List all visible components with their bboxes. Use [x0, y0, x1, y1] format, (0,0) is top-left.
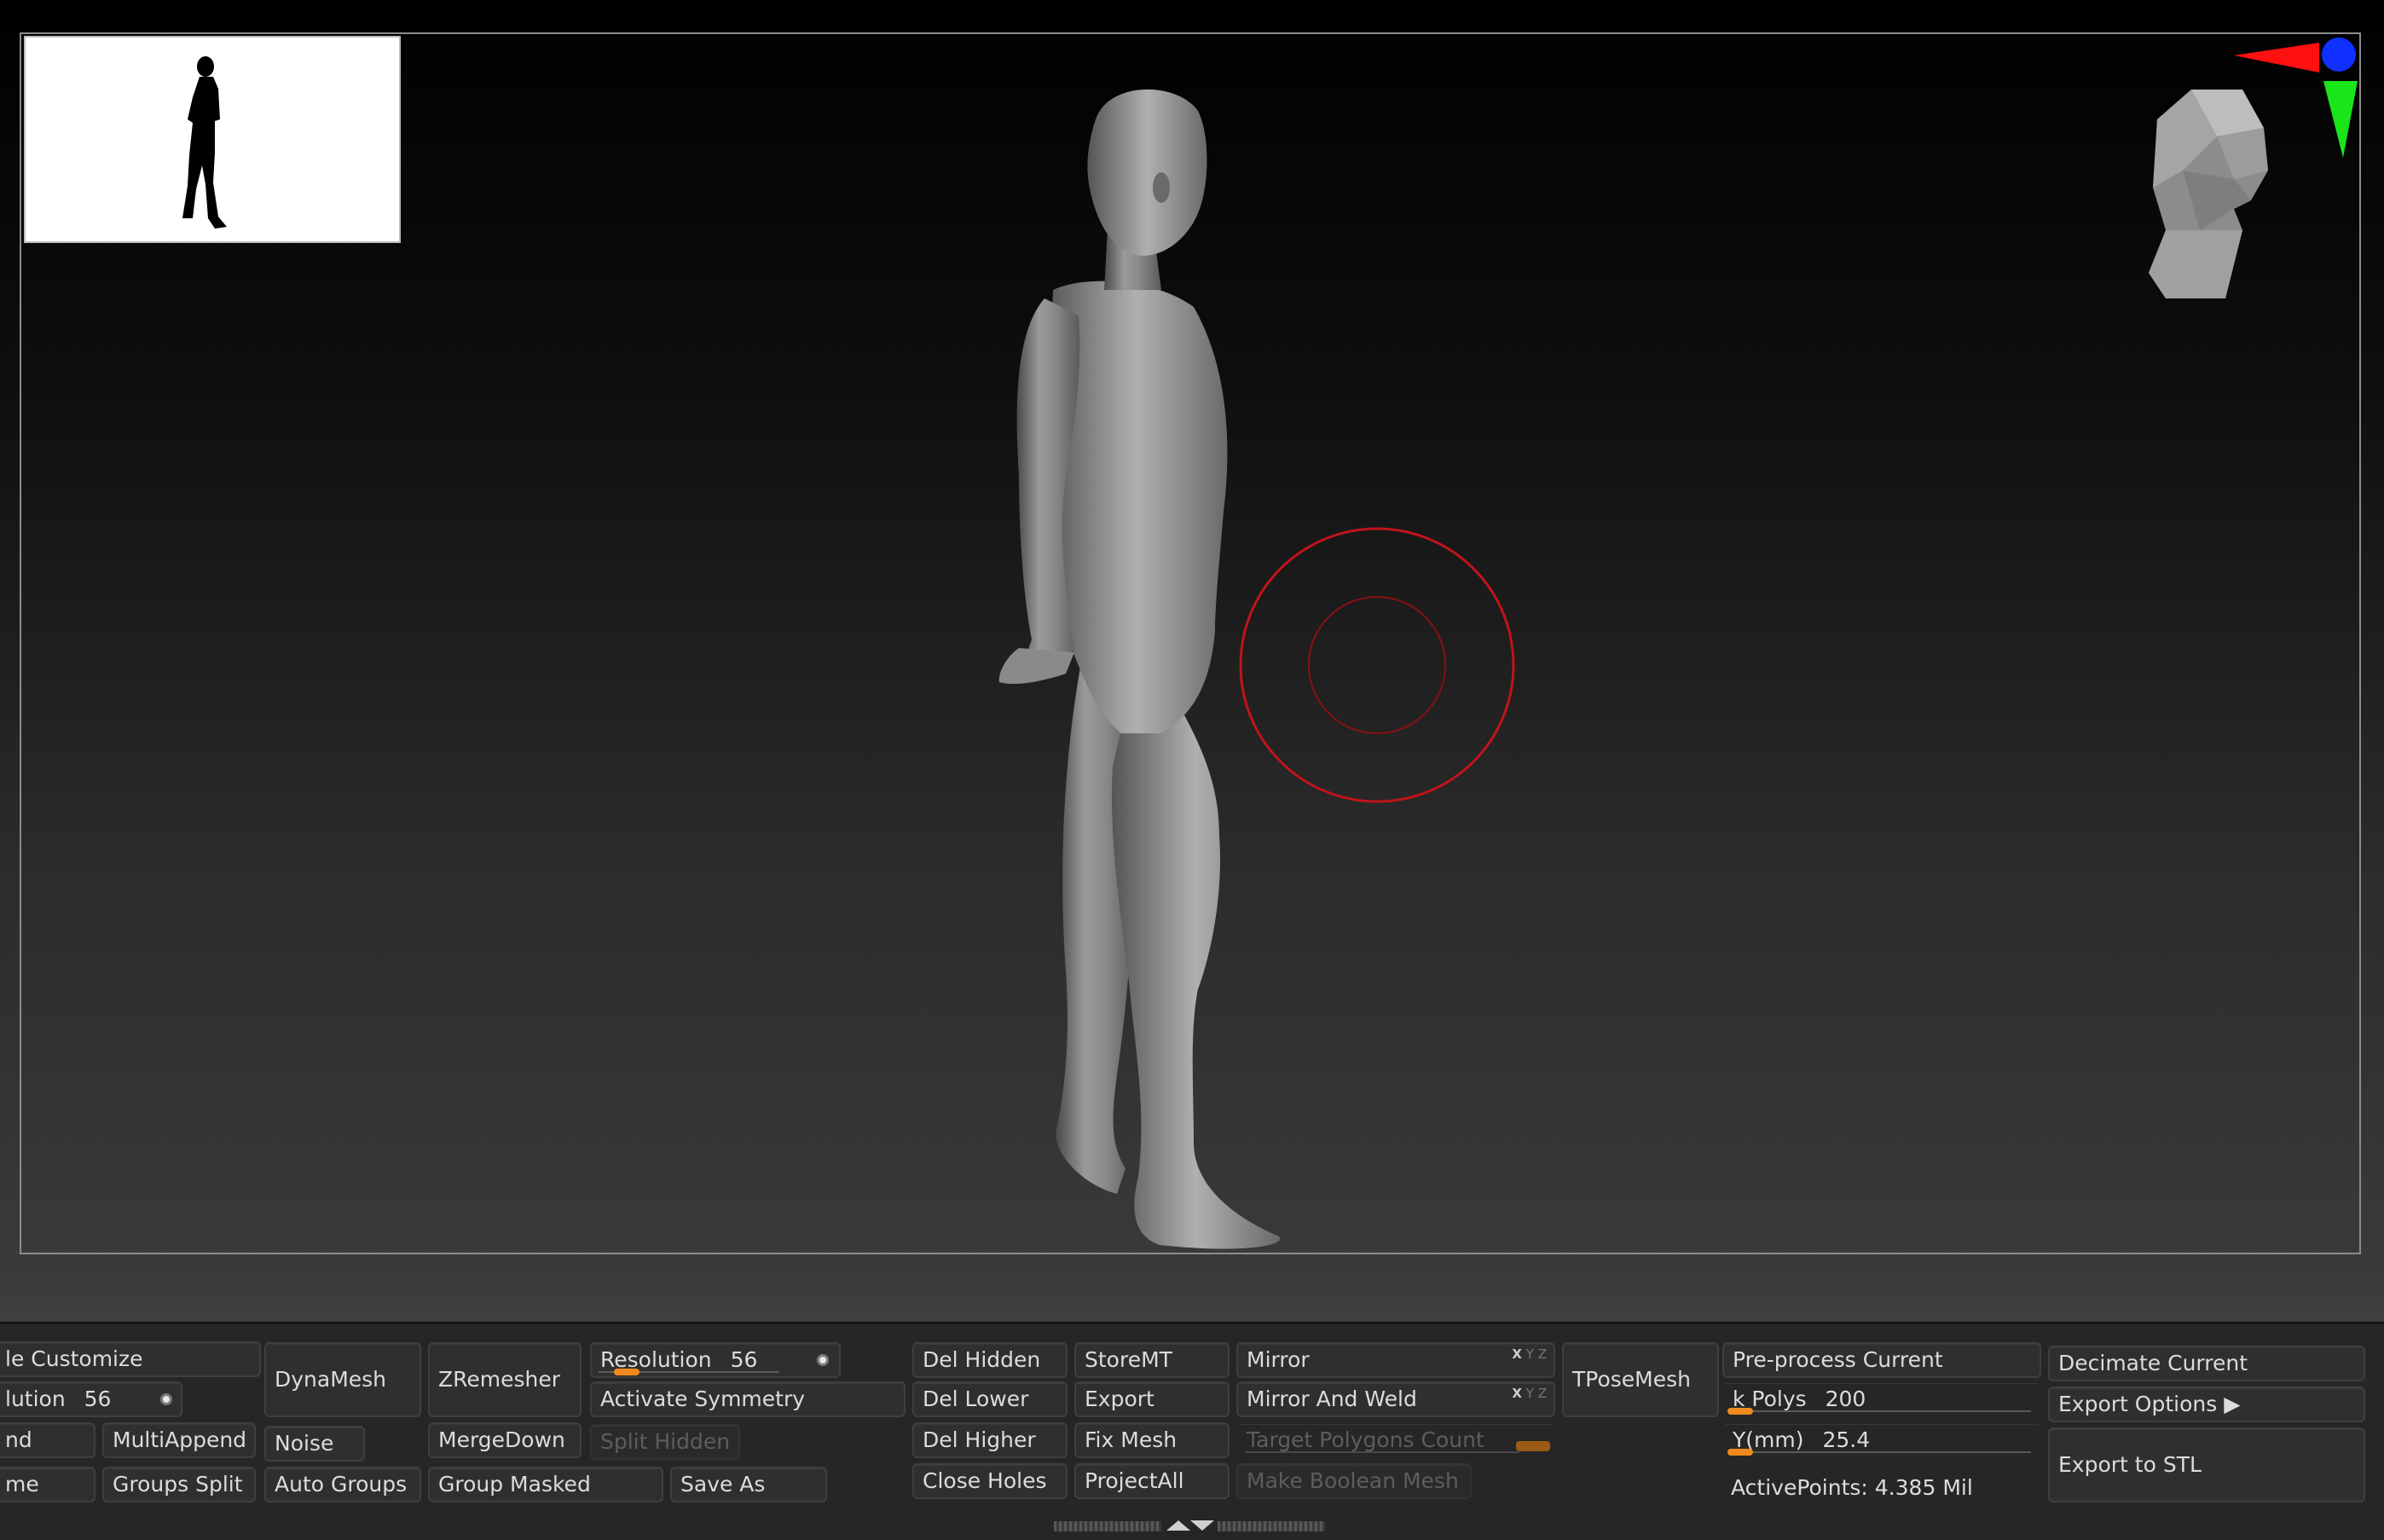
auto-groups-button[interactable]: Auto Groups [264, 1467, 421, 1502]
activate-symmetry-button[interactable]: Activate Symmetry [590, 1381, 906, 1417]
groups-split-button[interactable]: Groups Split [102, 1467, 256, 1502]
zremesher-button[interactable]: ZRemesher [428, 1342, 582, 1417]
rename-button[interactable]: me [0, 1467, 95, 1502]
resolution-value-left: 56 [84, 1387, 112, 1411]
resolution-value: 56 [730, 1347, 758, 1372]
group-masked-button[interactable]: Group Masked [428, 1467, 663, 1502]
axis-gizmo-icon[interactable] [2115, 26, 2370, 316]
close-holes-button[interactable]: Close Holes [912, 1463, 1068, 1499]
viewport-bottom-strip [0, 1255, 2384, 1322]
slider-dot [817, 1354, 829, 1366]
resolution-label-left: lution [5, 1387, 66, 1411]
collapse-arrows-icon[interactable] [1054, 1518, 1325, 1533]
tposemesh-button[interactable]: TPoseMesh [1562, 1342, 1719, 1417]
slider-knob[interactable] [1727, 1449, 1753, 1456]
storemt-button[interactable]: StoreMT [1074, 1342, 1230, 1378]
brush-cursor-icon [1239, 527, 1515, 803]
target-polygons-count-label: Target Polygons Count [1247, 1427, 1484, 1452]
slider-knob [1516, 1441, 1550, 1451]
multiappend-button[interactable]: MultiAppend [102, 1422, 256, 1458]
slider-track [1731, 1410, 2031, 1412]
active-points-readout: ActivePoints: 4.385 Mil [1731, 1475, 1973, 1500]
slider-knob[interactable] [1727, 1408, 1753, 1415]
projectall-button[interactable]: ProjectAll [1074, 1463, 1230, 1499]
del-hidden-button[interactable]: Del Hidden [912, 1342, 1068, 1378]
slider-knob[interactable] [614, 1369, 639, 1375]
preprocess-current-button[interactable]: Pre-process Current [1722, 1342, 2041, 1378]
save-as-button[interactable]: Save As [670, 1467, 827, 1502]
orientation-head-icon [2149, 90, 2268, 298]
slider-track [1731, 1451, 2031, 1453]
append-button[interactable]: nd [0, 1422, 95, 1458]
del-lower-button[interactable]: Del Lower [912, 1381, 1068, 1417]
mirror-label: Mirror [1247, 1347, 1310, 1372]
export-button[interactable]: Export [1074, 1381, 1230, 1417]
mirror-and-weld-label: Mirror And Weld [1247, 1387, 1417, 1411]
resolution-slider[interactable]: Resolution 56 [590, 1342, 841, 1378]
split-hidden-button: Split Hidden [590, 1424, 740, 1460]
resolution-slider-left[interactable]: lution 56 [0, 1381, 182, 1417]
make-boolean-mesh-button: Make Boolean Mesh [1236, 1463, 1472, 1499]
document-canvas[interactable] [0, 0, 2384, 1322]
k-polys-value: 200 [1825, 1387, 1866, 1411]
dynamesh-button[interactable]: DynaMesh [264, 1342, 421, 1417]
mirror-button[interactable]: Mirror X Y Z [1236, 1342, 1555, 1378]
mirror-axis-toggles[interactable]: X Y Z [1512, 1344, 1547, 1364]
ymm-value: 25.4 [1822, 1427, 1871, 1452]
mirror-weld-axis-toggles[interactable]: X Y Z [1512, 1383, 1547, 1404]
noise-button[interactable]: Noise [264, 1426, 365, 1462]
mergedown-button[interactable]: MergeDown [428, 1422, 582, 1458]
del-higher-button[interactable]: Del Higher [912, 1422, 1068, 1458]
export-to-stl-button[interactable]: Export to STL [2048, 1427, 2365, 1502]
target-polygons-count-slider: Target Polygons Count [1236, 1422, 1555, 1458]
fix-mesh-button[interactable]: Fix Mesh [1074, 1422, 1230, 1458]
mirror-and-weld-button[interactable]: Mirror And Weld X Y Z [1236, 1381, 1555, 1417]
thumbnail-silhouette [182, 56, 227, 229]
export-options-button[interactable]: Export Options ▶ [2048, 1387, 2365, 1422]
k-polys-slider[interactable]: k Polys 200 [1722, 1381, 2041, 1417]
slider-dot [160, 1393, 172, 1405]
ymm-slider[interactable]: Y(mm) 25.4 [1722, 1422, 2041, 1458]
slider-track [1245, 1451, 1519, 1453]
customize-button[interactable]: le Customize [0, 1341, 261, 1377]
navigator-thumbnail[interactable] [24, 36, 401, 243]
decimate-current-button[interactable]: Decimate Current [2048, 1346, 2365, 1381]
